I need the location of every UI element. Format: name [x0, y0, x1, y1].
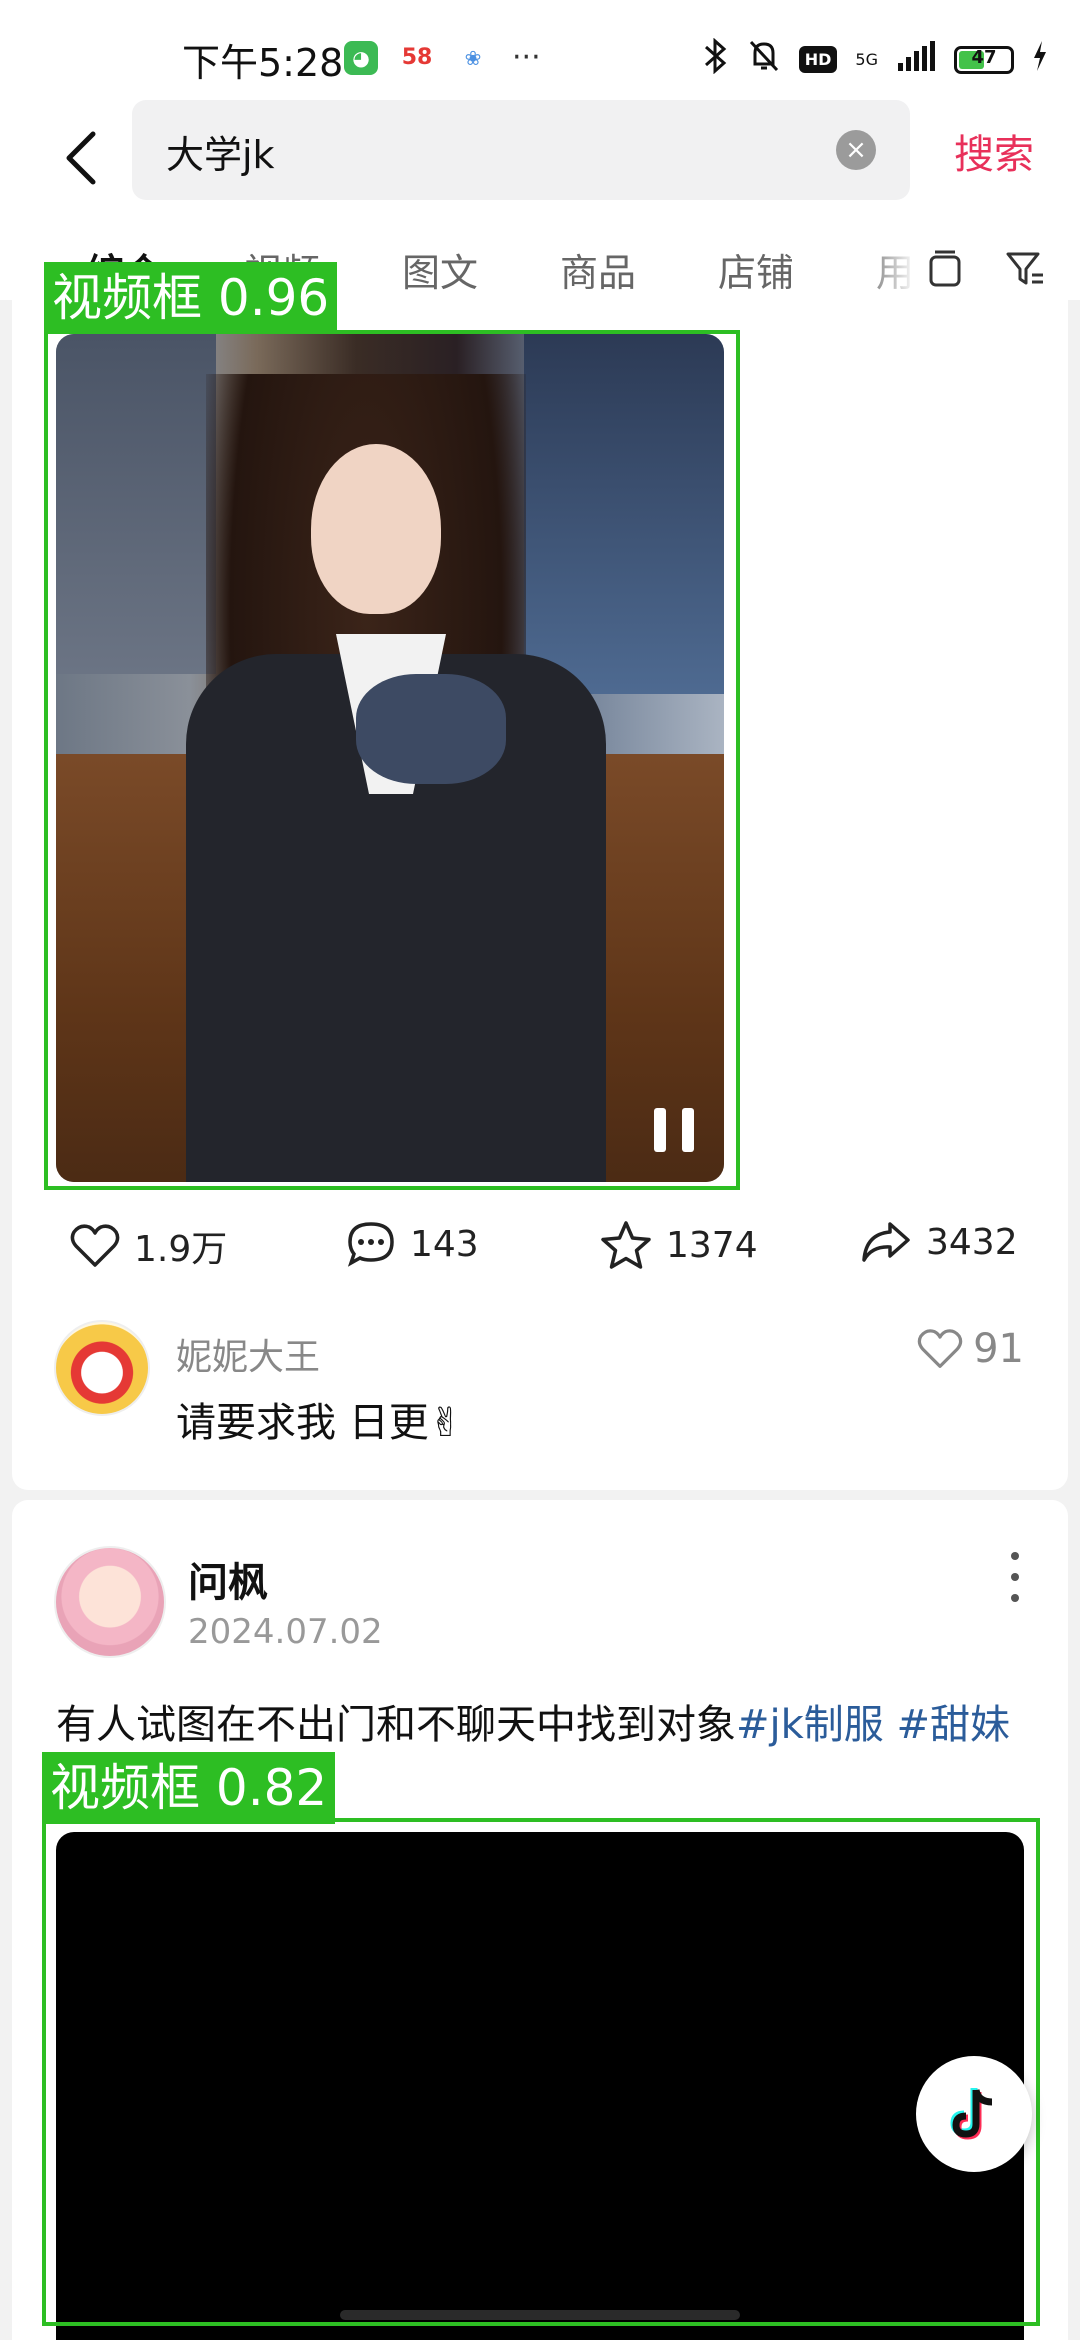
comment-like-button[interactable]: 91: [917, 1326, 1024, 1372]
close-icon: ×: [845, 135, 867, 165]
tab-products[interactable]: 商品: [560, 242, 636, 297]
share-icon: [862, 1222, 910, 1262]
tab-image-text[interactable]: 图文: [402, 242, 478, 297]
share-button[interactable]: 3432: [860, 1220, 1018, 1264]
detection-label-2: 视频框 0.82: [42, 1752, 336, 1824]
home-indicator[interactable]: [340, 2310, 740, 2320]
network-type: 5G: [855, 49, 878, 69]
cloud-app-icon: ❀: [464, 45, 482, 70]
signal-icon: [896, 41, 936, 78]
post-actions: 1.9万 143 1374 3432: [0, 1220, 1080, 1290]
favorite-button[interactable]: 1374: [600, 1220, 758, 1270]
search-input[interactable]: 大学jk ×: [132, 100, 910, 200]
detection-label-1: 视频框 0.96: [44, 262, 338, 334]
comment-count: 143: [410, 1223, 479, 1265]
chevron-left-icon: [66, 131, 96, 185]
heart-icon: [917, 1329, 963, 1368]
battery-level: 47: [971, 46, 997, 68]
tab-shops[interactable]: 店铺: [718, 242, 794, 297]
like-count: 1.9万: [134, 1229, 228, 1270]
detection-box-1: [44, 330, 740, 1190]
post-hashtags[interactable]: #jk制服 #甜妹: [736, 1702, 1010, 1748]
heart-icon: [70, 1224, 120, 1267]
douyin-float-button[interactable]: [916, 2056, 1032, 2172]
avatar[interactable]: [54, 1320, 150, 1416]
author-name[interactable]: 问枫: [188, 1550, 268, 1608]
tiktok-icon: [950, 2088, 993, 2140]
post-date: 2024.07.02: [188, 1612, 383, 1652]
comment-text: 请要求我 日更✌: [176, 1400, 463, 1446]
clear-search-button[interactable]: ×: [836, 130, 876, 170]
layout-icon: [929, 250, 961, 287]
battery-icon: 47: [954, 45, 1014, 74]
screen: 下午5:28 ◕ 58 ❀ ··· HD 5G 47 大学jk × 搜索 图文 …: [0, 0, 1080, 2340]
status-time: 下午5:28: [182, 41, 344, 85]
bluetooth-icon: [703, 37, 729, 81]
filter-icon: [1006, 252, 1043, 285]
share-count: 3432: [926, 1221, 1018, 1263]
back-button[interactable]: [50, 118, 110, 198]
filter-button[interactable]: [998, 242, 1052, 296]
more-options-button[interactable]: [1000, 1552, 1030, 1602]
comment-like-count: 91: [973, 1326, 1024, 1372]
favorite-count: 1374: [666, 1224, 758, 1266]
cat-app-icon: ◕: [344, 40, 378, 75]
charging-icon: [1032, 41, 1048, 78]
post-caption: 有人试图在不出门和不聊天中找到对象#jk制服 #甜妹: [56, 1692, 1010, 1750]
post-caption-text: 有人试图在不出门和不聊天中找到对象: [56, 1702, 736, 1748]
more-notifications-icon: ···: [512, 40, 541, 75]
comment-icon: [347, 1222, 394, 1267]
hd-badge: HD: [798, 46, 838, 73]
detection-box-2: [42, 1818, 1040, 2326]
status-app-icons: ◕ 58 ❀ ···: [344, 40, 541, 75]
search-query: 大学jk: [166, 133, 275, 177]
status-bar: 下午5:28 ◕ 58 ❀ ··· HD 5G 47: [0, 0, 1080, 100]
comment-username[interactable]: 妮妮大王: [176, 1328, 320, 1380]
search-button[interactable]: 搜索: [954, 122, 1034, 180]
author-avatar[interactable]: [54, 1546, 166, 1658]
star-icon: [601, 1221, 651, 1269]
status-indicators: HD 5G 47: [703, 37, 1048, 81]
58-app-icon: 58: [401, 45, 433, 70]
comment-button[interactable]: 143: [346, 1220, 479, 1268]
like-button[interactable]: 1.9万: [70, 1220, 227, 1272]
layout-toggle-button[interactable]: [918, 242, 972, 296]
mute-bell-icon: [747, 38, 781, 81]
